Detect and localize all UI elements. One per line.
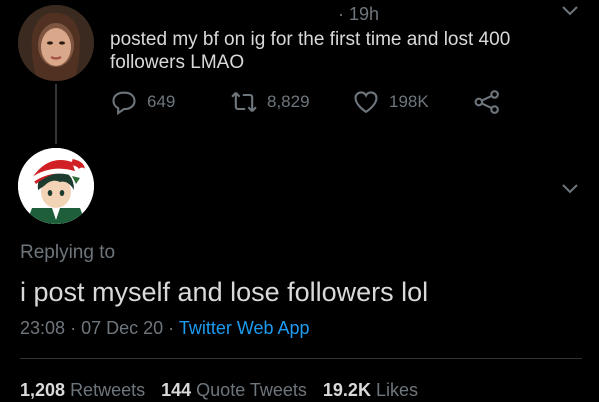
tweet-date[interactable]: 07 Dec 20	[81, 318, 163, 338]
quote-tweets-stat[interactable]: 144 Quote Tweets	[161, 380, 307, 401]
retweets-stat[interactable]: 1,208 Retweets	[20, 380, 145, 401]
like-icon	[354, 91, 378, 114]
parent-timestamp[interactable]: · 19h	[338, 4, 379, 25]
tweet-source-link[interactable]: Twitter Web App	[179, 318, 310, 338]
replying-to-label: Replying to	[20, 242, 116, 263]
retweet-button[interactable]: 8,829	[230, 88, 310, 116]
retweets-label: Retweets	[70, 380, 146, 400]
meta-separator: ·	[70, 318, 77, 338]
retweet-count: 8,829	[267, 92, 310, 111]
divider	[20, 358, 582, 359]
thread-line	[55, 84, 57, 144]
likes-label: Likes	[375, 380, 418, 400]
chevron-down-icon[interactable]	[560, 2, 580, 20]
parent-avatar[interactable]	[18, 5, 94, 81]
retweet-icon	[231, 91, 257, 113]
quote-label: Quote Tweets	[196, 380, 307, 400]
reply-count: 649	[147, 92, 176, 111]
reply-icon	[112, 91, 136, 116]
likes-stat[interactable]: 19.2K Likes	[323, 380, 418, 401]
main-avatar[interactable]	[18, 148, 94, 224]
like-count: 198K	[389, 92, 429, 111]
quote-count: 144	[161, 380, 192, 400]
tweet-time[interactable]: 23:08	[20, 318, 65, 338]
retweets-count: 1,208	[20, 380, 66, 400]
meta-separator: ·	[168, 318, 175, 338]
tweet-meta: 23:08 · 07 Dec 20 · Twitter Web App	[20, 318, 310, 339]
likes-count: 19.2K	[322, 380, 371, 400]
reply-button[interactable]: 649	[110, 88, 175, 116]
parent-avatar-image	[18, 5, 94, 81]
main-tweet-text: i post myself and lose followers lol	[20, 277, 429, 307]
engagement-stats: 1,208 Retweets 144 Quote Tweets 19.2K Li…	[20, 380, 434, 401]
chevron-down-icon[interactable]	[560, 180, 580, 198]
parent-tweet-text: posted my bf on ig for the first time an…	[110, 29, 511, 73]
share-button[interactable]	[473, 88, 501, 116]
main-avatar-image	[18, 148, 94, 224]
like-button[interactable]: 198K	[352, 88, 429, 116]
share-icon	[474, 90, 499, 114]
